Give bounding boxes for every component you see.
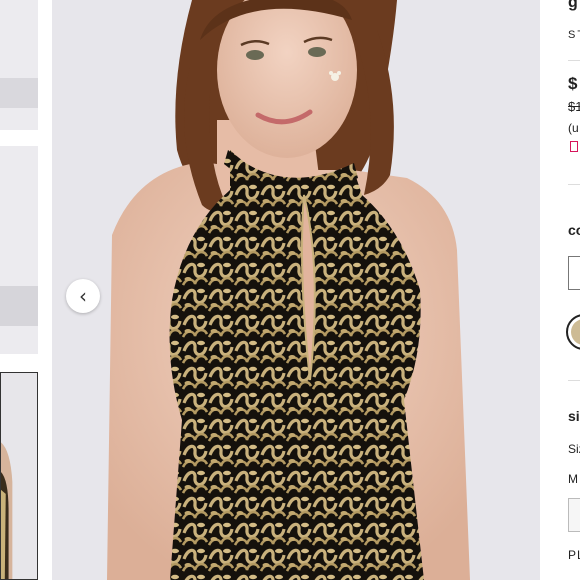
product-title: g [568,0,578,11]
product-info-panel: g ST $ $1 (u co si Siz M PL [540,0,580,580]
thumbnail-3-selected[interactable] [0,372,38,580]
divider [568,60,580,61]
original-price: $1 [568,99,580,114]
chevron-left-icon: ‹ [79,284,87,308]
thumbnail-rail [0,0,40,580]
style-number: ST [568,29,580,41]
size-guide-link[interactable]: Siz [568,442,580,456]
sale-price: $ [568,74,578,93]
color-swatch-gold[interactable] [566,314,580,350]
divider [568,380,580,381]
size-option[interactable] [568,498,580,532]
main-product-image [52,0,540,580]
divider [568,184,580,185]
thumbnail-2[interactable] [0,146,38,354]
promo-icon [570,141,578,152]
color-label: co [568,222,580,238]
price-note: (u [568,121,579,135]
plus-size-label: PL [568,548,580,562]
previous-image-button[interactable]: ‹ [66,279,100,313]
size-label: si [568,408,580,424]
color-select[interactable] [568,256,580,290]
thumbnail-1[interactable] [0,0,38,130]
size-selected-value: M [568,472,578,486]
